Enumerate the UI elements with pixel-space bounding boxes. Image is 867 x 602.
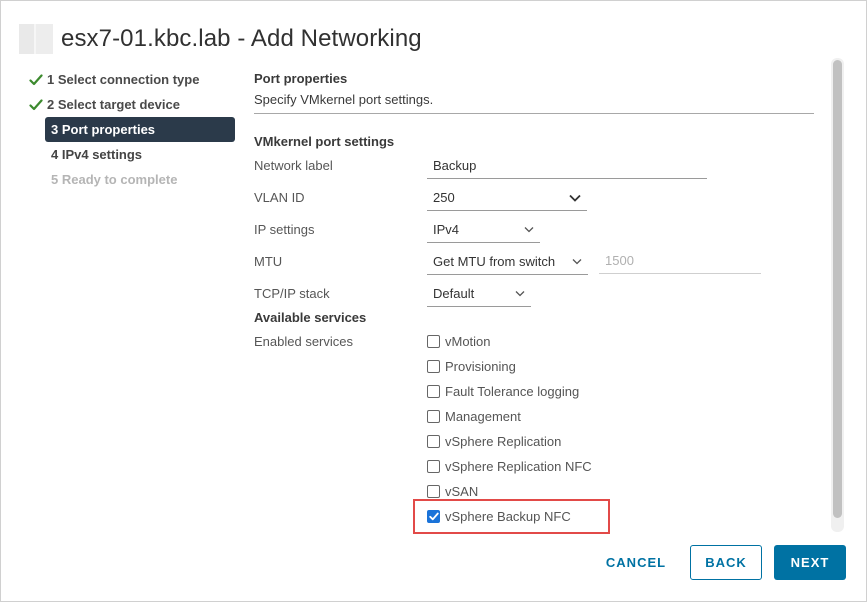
- tcpip-stack-select[interactable]: Default: [427, 286, 531, 307]
- add-networking-dialog: esx7-01.kbc.lab - Add Networking 1 Selec…: [0, 0, 867, 602]
- step-ipv4-settings[interactable]: 4 IPv4 settings: [29, 142, 237, 167]
- mtu-value: Get MTU from switch: [433, 254, 556, 269]
- ip-settings-value: IPv4: [433, 222, 460, 237]
- scrollbar-thumb[interactable]: [833, 60, 842, 518]
- checkbox[interactable]: [427, 359, 440, 373]
- tcpip-stack-value: Default: [433, 286, 475, 301]
- enabled-services-label: Enabled services: [254, 334, 353, 349]
- service-label: vMotion: [445, 333, 491, 349]
- service-provisioning[interactable]: Provisioning: [427, 356, 516, 376]
- vlan-id-label: VLAN ID: [254, 190, 305, 205]
- cancel-button[interactable]: CANCEL: [599, 545, 673, 580]
- dialog-title: esx7-01.kbc.lab - Add Networking: [61, 25, 422, 52]
- section-subtitle: Specify VMkernel port settings.: [254, 92, 814, 114]
- service-label: Fault Tolerance logging: [445, 383, 580, 399]
- service-vsphere-replication-nfc[interactable]: vSphere Replication NFC: [427, 456, 592, 476]
- step-label: 2 Select target device: [47, 97, 180, 112]
- ip-settings-label: IP settings: [254, 222, 315, 237]
- service-fault-tolerance-logging[interactable]: Fault Tolerance logging: [427, 381, 579, 401]
- checkbox[interactable]: [427, 484, 440, 498]
- tcpip-stack-label: TCP/IP stack: [254, 286, 330, 301]
- vlan-id-value: 250: [433, 190, 455, 205]
- host-icon: [19, 24, 53, 54]
- network-label-label: Network label: [254, 158, 333, 173]
- checkbox[interactable]: [427, 459, 440, 473]
- service-vsphere-replication[interactable]: vSphere Replication: [427, 431, 561, 451]
- service-vsan[interactable]: vSAN: [427, 481, 478, 501]
- step-label: 3 Port properties: [51, 122, 156, 137]
- available-services-heading: Available services: [254, 310, 367, 325]
- section-title: Port properties: [254, 71, 348, 86]
- step-select-connection-type[interactable]: 1 Select connection type: [29, 67, 237, 92]
- step-ready-to-complete: 5 Ready to complete: [29, 167, 237, 192]
- chevron-down-icon: [515, 291, 525, 297]
- service-management[interactable]: Management: [427, 406, 521, 426]
- back-button[interactable]: BACK: [690, 545, 762, 580]
- step-port-properties[interactable]: 3 Port properties: [45, 117, 235, 142]
- network-label-input[interactable]: Backup: [427, 158, 707, 179]
- service-label: vSphere Replication: [445, 433, 562, 449]
- step-select-target-device[interactable]: 2 Select target device: [29, 92, 237, 117]
- chevron-down-icon: [569, 194, 581, 202]
- mtu-number-input: 1500: [599, 253, 761, 274]
- checkmark-icon: [29, 92, 47, 117]
- vlan-id-select[interactable]: 250: [427, 190, 587, 211]
- vmkernel-settings-heading: VMkernel port settings: [254, 134, 395, 149]
- highlight-box: [413, 499, 610, 534]
- content-pane: Port properties Specify VMkernel port se…: [254, 71, 816, 114]
- service-label: vSphere Replication NFC: [445, 458, 592, 474]
- checkbox[interactable]: [427, 334, 440, 348]
- step-label: 5 Ready to complete: [51, 172, 178, 187]
- checkbox[interactable]: [427, 384, 440, 398]
- chevron-down-icon: [524, 227, 534, 233]
- mtu-label: MTU: [254, 254, 283, 269]
- checkmark-icon: [29, 67, 47, 92]
- ip-settings-select[interactable]: IPv4: [427, 222, 540, 243]
- service-vmotion[interactable]: vMotion: [427, 331, 491, 351]
- step-label: 1 Select connection type: [47, 72, 200, 87]
- dialog-header: esx7-01.kbc.lab - Add Networking: [19, 21, 422, 57]
- chevron-down-icon: [572, 259, 582, 265]
- service-label: vSAN: [445, 483, 479, 499]
- scrollbar[interactable]: [831, 58, 844, 532]
- checkbox[interactable]: [427, 409, 440, 423]
- service-label: Provisioning: [445, 358, 516, 374]
- mtu-select[interactable]: Get MTU from switch: [427, 254, 588, 275]
- checkbox[interactable]: [427, 434, 440, 448]
- service-label: Management: [445, 408, 521, 424]
- wizard-steps: 1 Select connection type 2 Select target…: [29, 67, 237, 192]
- step-label: 4 IPv4 settings: [51, 147, 143, 162]
- next-button[interactable]: NEXT: [774, 545, 846, 580]
